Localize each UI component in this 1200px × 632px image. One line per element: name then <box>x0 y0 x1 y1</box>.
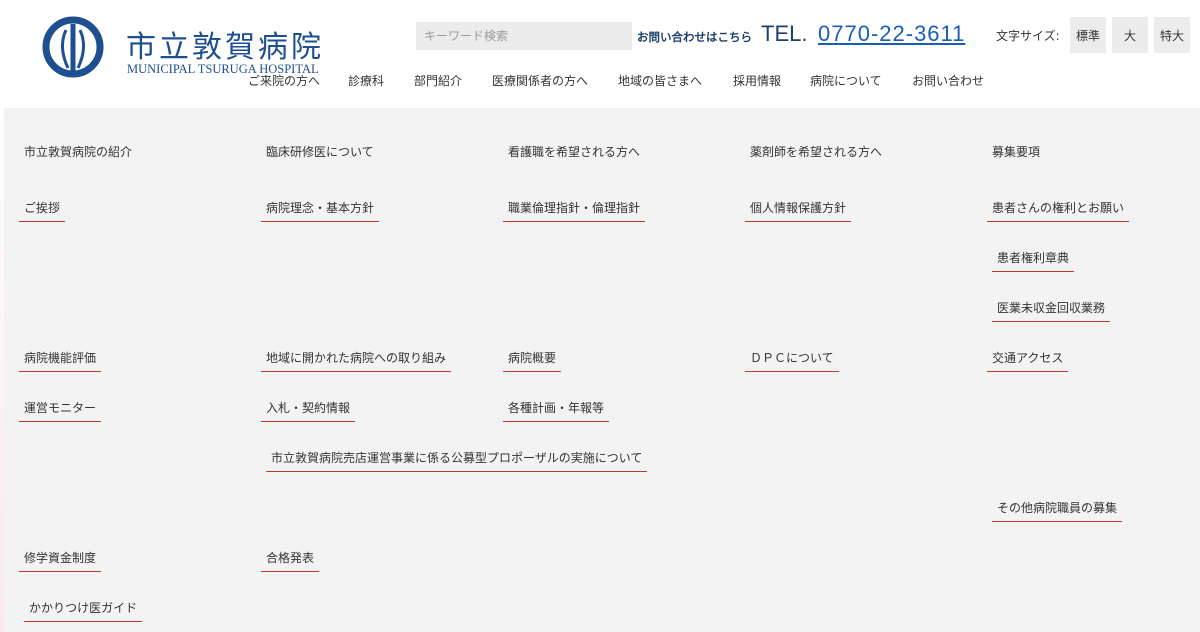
menu-unpaid-fees[interactable]: 医業未収金回収業務 <box>992 294 1111 322</box>
menu-community-initiatives[interactable]: 地域に開かれた病院への取り組み <box>261 344 452 372</box>
menu-family-doctor-guide[interactable]: かかりつけ医ガイド <box>24 594 143 622</box>
tel-label: TEL. <box>761 21 808 46</box>
nav-visitors[interactable]: ご来院の方へ <box>248 72 320 89</box>
contact-label: お問い合わせはこちら <box>637 30 752 44</box>
font-size-large-button[interactable]: 大 <box>1112 17 1148 53</box>
menu-philosophy[interactable]: 病院理念・基本方針 <box>261 194 380 222</box>
menu-patient-rights-charter[interactable]: 患者権利章典 <box>992 244 1075 272</box>
font-size-standard-button[interactable]: 標準 <box>1070 17 1106 53</box>
menu-greeting[interactable]: ご挨拶 <box>19 194 66 222</box>
menu-operation-monitor[interactable]: 運営モニター <box>19 394 102 422</box>
menu-privacy-policy[interactable]: 個人情報保護方針 <box>745 194 852 222</box>
menu-bidding-contracts[interactable]: 入札・契約情報 <box>261 394 356 422</box>
nav-departments[interactable]: 診療科 <box>348 72 384 89</box>
global-nav: ご来院の方へ 診療科 部門紹介 医療関係者の方へ 地域の皆さまへ 採用情報 病院… <box>0 72 1200 94</box>
nav-community[interactable]: 地域の皆さまへ <box>618 72 702 89</box>
menu-plans-reports[interactable]: 各種計画・年報等 <box>503 394 610 422</box>
nav-sections[interactable]: 部門紹介 <box>414 72 462 89</box>
menu-pass-announcement[interactable]: 合格発表 <box>261 544 320 572</box>
hospital-name[interactable]: 市立敦賀病院 <box>126 22 324 66</box>
nav-contact[interactable]: お問い合わせ <box>912 72 984 89</box>
menu-hospital-overview[interactable]: 病院概要 <box>503 344 562 372</box>
mega-menu-panel: 市立敦賀病院の紹介 臨床研修医について 看護職を希望される方へ 薬剤師を希望され… <box>4 108 1200 632</box>
menu-hospital-intro[interactable]: 市立敦賀病院の紹介 <box>19 138 137 166</box>
menu-pharmacist-applicants[interactable]: 薬剤師を希望される方へ <box>745 138 887 166</box>
menu-job-requirements[interactable]: 募集要項 <box>987 138 1045 166</box>
hospital-logo-icon[interactable] <box>42 16 104 78</box>
font-size-xlarge-button[interactable]: 特大 <box>1154 17 1190 53</box>
menu-other-staff-recruitment[interactable]: その他病院職員の募集 <box>992 494 1123 522</box>
menu-nurse-applicants[interactable]: 看護職を希望される方へ <box>503 138 645 166</box>
keyword-search-input[interactable] <box>416 22 632 50</box>
menu-hospital-evaluation[interactable]: 病院機能評価 <box>19 344 102 372</box>
menu-access[interactable]: 交通アクセス <box>987 344 1069 372</box>
menu-patient-rights[interactable]: 患者さんの権利とお願い <box>987 194 1130 222</box>
menu-residents[interactable]: 臨床研修医について <box>261 138 379 166</box>
menu-shop-proposal[interactable]: 市立敦賀病院売店運営事業に係る公募型プロポーザルの実施について <box>266 444 648 472</box>
menu-dpc[interactable]: ＤＰＣについて <box>745 344 839 372</box>
font-size-label: 文字サイズ: <box>996 29 1060 43</box>
nav-recruitment[interactable]: 採用情報 <box>733 72 781 89</box>
tel-number-link[interactable]: 0770-22-3611 <box>818 21 965 47</box>
site-header: 市立敦賀病院 MUNICIPAL TSURUGA HOSPITAL お問い合わせ… <box>0 0 1200 108</box>
nav-medical-professionals[interactable]: 医療関係者の方へ <box>492 72 588 89</box>
nav-about-hospital[interactable]: 病院について <box>810 72 882 89</box>
menu-scholarship[interactable]: 修学資金制度 <box>19 544 102 572</box>
menu-ethics-guidelines[interactable]: 職業倫理指針・倫理指針 <box>503 194 646 222</box>
